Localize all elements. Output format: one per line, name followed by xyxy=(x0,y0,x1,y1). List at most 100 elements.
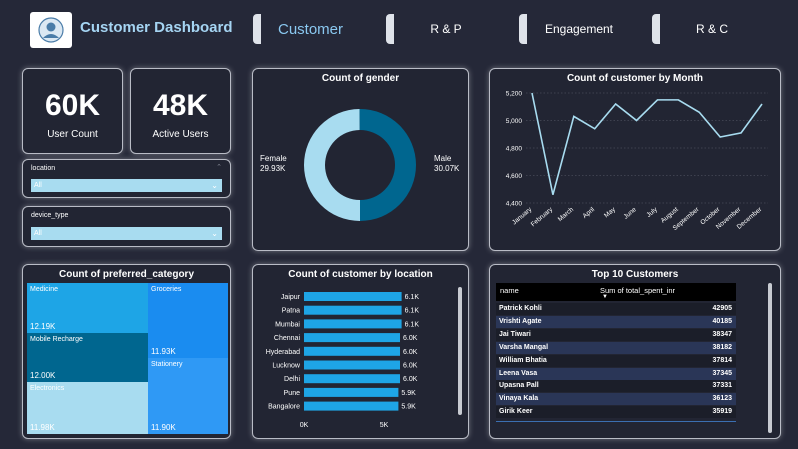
tile-value: 12.19K xyxy=(30,322,56,331)
user-avatar-icon xyxy=(38,17,64,43)
chevron-down-icon: ⌄ xyxy=(211,229,218,238)
y-tick-label: 4,600 xyxy=(506,173,523,180)
logo xyxy=(30,12,72,48)
cell-name: William Bhatia xyxy=(499,356,547,364)
kpi-value: 60K xyxy=(44,89,101,122)
donut-slice-male[interactable] xyxy=(359,109,416,221)
data-label: 5.9K xyxy=(401,404,416,411)
tab-customer[interactable]: Customer xyxy=(253,14,368,44)
category-label: Delhi xyxy=(284,376,300,383)
category-label: Bangalore xyxy=(268,404,300,411)
table-row[interactable]: Jai Tiwari 38347 xyxy=(496,328,736,341)
location-slicer[interactable]: location ⌃ All ⌄ xyxy=(22,159,231,198)
treemap-tile-medicine[interactable]: Medicine 12.19K xyxy=(27,283,148,333)
tab-marker xyxy=(253,14,261,44)
bar[interactable] xyxy=(304,319,402,329)
female-value: 29.93K xyxy=(260,164,286,173)
cell-value: 37331 xyxy=(712,382,732,390)
device-type-slicer[interactable]: device_type All ⌄ xyxy=(22,206,231,247)
treemap-tile-electronics[interactable]: Electronics 11.98K xyxy=(27,382,148,434)
donut-slice-female[interactable] xyxy=(303,109,360,222)
table-row[interactable]: Girik Keer 35919 xyxy=(496,406,736,419)
tile-value: 12.00K xyxy=(30,371,56,380)
location-chart-card: Count of customer by location Jaipur 6.1K… xyxy=(252,264,469,439)
treemap-tile-mobile-recharge[interactable]: Mobile Recharge 12.00K xyxy=(27,333,148,382)
slicer-label: device_type xyxy=(31,212,69,219)
bar[interactable] xyxy=(304,305,402,315)
table-title: Top 10 Customers xyxy=(591,269,679,280)
tab-marker xyxy=(652,14,660,44)
category-label: Patna xyxy=(282,308,300,315)
data-label: 6.0K xyxy=(403,349,418,356)
category-label: Hyderabad xyxy=(266,349,300,356)
treemap-tile-stationery[interactable]: Stationery 11.90K xyxy=(148,358,228,434)
table-row[interactable]: William Bhatia 37814 xyxy=(496,354,736,367)
cell-name: Patrick Kohli xyxy=(499,305,542,312)
scrollbar[interactable] xyxy=(768,283,772,433)
x-tick-label: April xyxy=(582,206,597,220)
data-label: 6.0K xyxy=(403,363,418,370)
category-label: Chennai xyxy=(274,335,301,342)
column-header-name[interactable]: name xyxy=(500,286,519,295)
chart-title: Count of preferred_category xyxy=(58,269,195,280)
tile-name: Mobile Recharge xyxy=(30,336,83,343)
cell-name: Vrishti Agate xyxy=(499,317,542,325)
kpi-label: User Count xyxy=(47,129,98,140)
tile-name: Groceries xyxy=(151,286,182,293)
bar[interactable] xyxy=(304,401,399,411)
bar[interactable] xyxy=(304,374,400,384)
table-row[interactable]: Varsha Mangal 38182 xyxy=(496,341,736,354)
month-line-chart: 4,4004,6004,8005,0005,200JanuaryFebruary… xyxy=(506,91,768,232)
gender-chart-card: Count of gender Female 29.93K Male 30.07… xyxy=(252,68,469,251)
tab-label: R & P xyxy=(430,22,462,36)
y-tick-label: 4,400 xyxy=(506,201,523,208)
cell-value: 42905 xyxy=(712,305,732,312)
data-label: 6.1K xyxy=(405,294,420,301)
table-row[interactable]: Vrishti Agate 40185 xyxy=(496,315,736,328)
cell-name: Vinaya Kala xyxy=(499,395,539,403)
male-label: Male xyxy=(434,154,452,163)
table-row[interactable]: Leena Vasa 37345 xyxy=(496,367,736,380)
bar[interactable] xyxy=(304,387,399,397)
scrollbar[interactable] xyxy=(458,287,462,415)
tab-engagement[interactable]: Engagement xyxy=(519,14,639,44)
cell-name: Jai Tiwari xyxy=(499,330,531,338)
table-bottom-line xyxy=(496,421,736,422)
tile-name: Stationery xyxy=(151,361,183,368)
tab-r-p[interactable]: R & P xyxy=(386,14,506,44)
slicer-label: location xyxy=(31,165,56,172)
table-row[interactable]: Upasna Pall 37331 xyxy=(496,380,736,393)
x-tick-label: May xyxy=(603,206,617,220)
gender-donut-chart: Female 29.93K Male 30.07K xyxy=(260,109,460,222)
treemap-tile-groceries[interactable]: Groceries 11.93K xyxy=(148,283,228,358)
dropdown-value: All xyxy=(34,230,42,237)
bar[interactable] xyxy=(304,360,400,370)
cell-value: 38182 xyxy=(712,343,732,351)
cell-value: 37345 xyxy=(712,369,732,377)
bar[interactable] xyxy=(304,333,400,343)
bar[interactable] xyxy=(304,292,402,301)
device-type-dropdown[interactable]: All ⌄ xyxy=(31,227,222,240)
series-line[interactable] xyxy=(531,92,763,195)
page-title: Customer Dashboard xyxy=(80,19,233,36)
table-row[interactable]: Patrick Kohli 42905 xyxy=(496,303,736,315)
top-customers-card: Top 10 Customers name Sum of total_spent… xyxy=(489,264,781,439)
kpi-label: Active Users xyxy=(152,129,209,140)
cell-name: Varsha Mangal xyxy=(499,343,549,351)
tab-marker xyxy=(519,14,527,44)
location-dropdown[interactable]: All ⌄ xyxy=(31,179,222,192)
column-header-spent[interactable]: Sum of total_spent_inr xyxy=(600,286,675,295)
chevron-down-icon: ⌄ xyxy=(211,181,218,190)
category-chart-card: Count of preferred_category Medicine 12.… xyxy=(22,264,231,439)
cell-value: 35919 xyxy=(712,408,732,416)
tab-r-c[interactable]: R & C xyxy=(652,14,772,44)
tab-label: Engagement xyxy=(544,22,614,36)
table-body: Patrick Kohli 42905 Vrishti Agate 40185 Jai … xyxy=(496,303,736,423)
chevron-up-icon[interactable]: ⌃ xyxy=(216,163,222,171)
category-label: Mumbai xyxy=(275,321,300,328)
female-label: Female xyxy=(260,154,287,163)
y-tick-label: 4,800 xyxy=(506,146,523,153)
cell-value: 38347 xyxy=(712,330,732,338)
table-row[interactable]: Vinaya Kala 36123 xyxy=(496,393,736,406)
bar[interactable] xyxy=(304,346,400,356)
